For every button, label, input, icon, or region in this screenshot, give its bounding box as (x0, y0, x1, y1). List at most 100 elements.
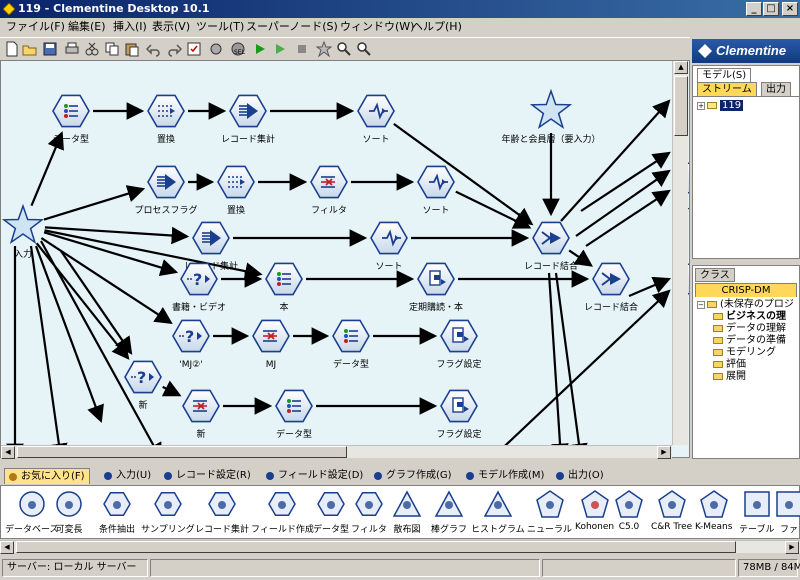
run-selection-icon[interactable] (252, 41, 268, 57)
menu-help[interactable]: ヘルプ(H) (412, 20, 462, 34)
palette-item-2[interactable]: 条件抽出 (99, 490, 135, 538)
connection-offscreen-12[interactable] (60, 250, 133, 355)
zoom-out-icon[interactable] (356, 41, 372, 57)
connection-offscreen-7[interactable] (491, 289, 671, 458)
palette-item-1[interactable]: 可変長 (55, 490, 83, 538)
menu-view[interactable]: 表示(V) (152, 20, 190, 34)
stream-node-n17[interactable]: 定期購読・本 (409, 262, 463, 313)
stream-node-n18[interactable]: ? 'MJ②' (172, 319, 210, 370)
connection-offscreen-8[interactable] (29, 245, 68, 458)
vertical-scroll-thumb[interactable] (674, 76, 688, 136)
stream-node-n5[interactable]: 年齢と会員層（要入力） (501, 88, 601, 145)
undo-icon[interactable] (146, 41, 162, 57)
stream-node-n20[interactable]: データ型 (332, 319, 370, 370)
minimize-button[interactable]: _ (746, 2, 762, 16)
tab-graphs[interactable]: グラフ作成(G) (370, 468, 452, 484)
connection-offscreen-4[interactable] (628, 276, 672, 298)
palette-scroll-thumb[interactable] (16, 541, 736, 553)
menu-insert[interactable]: 挿入(I) (113, 20, 147, 34)
tab-modeling[interactable]: モデル作成(M) (462, 468, 544, 484)
stream-node-n21[interactable]: フラグ設定 (436, 319, 482, 370)
canvas-vertical-scrollbar[interactable]: ▲ (672, 61, 688, 445)
menu-tools[interactable]: ツール(T) (196, 20, 244, 34)
crisp-phase-deployment[interactable]: 展開 (713, 371, 746, 383)
new-icon[interactable] (4, 41, 20, 57)
palette-item-8[interactable]: 散布図 (393, 490, 421, 538)
stream-canvas[interactable]: データ型 置換 レコード集計 ソート 年齢と会員層（要入力） 入力 プロセスフラグ 置換 フィル… (0, 60, 690, 458)
stream-node-n24[interactable]: データ型 (275, 389, 313, 440)
palette-scroll-right[interactable]: ▶ (785, 541, 799, 554)
palette-item-10[interactable]: ヒストグラム (471, 490, 525, 538)
open-icon[interactable] (22, 41, 38, 57)
source-node-star-icon[interactable] (1, 203, 45, 245)
palette-item-17[interactable]: ファ (775, 490, 800, 538)
supernode-icon[interactable] (316, 41, 332, 57)
connection-n10-n11[interactable] (455, 190, 532, 229)
stream-node-n11[interactable]: レコード結合 (524, 221, 578, 272)
tab-outputs[interactable]: 出力 (761, 82, 791, 96)
node-sort-icon[interactable] (417, 165, 455, 199)
redo-icon[interactable] (166, 41, 182, 57)
node-sort-icon[interactable] (370, 221, 408, 255)
stream-node-n8[interactable]: 置換 (217, 165, 255, 216)
save-icon[interactable] (42, 41, 58, 57)
stream-node-n19[interactable]: MJ (252, 319, 290, 370)
crisp-phase-evaluation[interactable]: 評価 (713, 359, 746, 371)
run-all-icon[interactable] (272, 41, 288, 57)
menu-file[interactable]: ファイル(F) (6, 20, 65, 34)
palette-item-12[interactable]: Kohonen (575, 490, 614, 538)
scroll-left-button[interactable]: ◀ (1, 446, 15, 459)
stream-diagram[interactable]: データ型 置換 レコード集計 ソート 年齢と会員層（要入力）入力プロセスフラグ 置換 フィル… (1, 61, 690, 458)
palette-item-15[interactable]: K-Means (695, 490, 732, 538)
crisp-project-root[interactable]: − (未保存のプロジ (697, 299, 794, 311)
palette-item-13[interactable]: C5.0 (615, 490, 643, 538)
crisp-phase-modeling[interactable]: モデリング (713, 347, 776, 359)
stream-node-n10[interactable]: ソート (417, 165, 455, 216)
palette-item-7[interactable]: フィルタ (351, 490, 387, 538)
run-icon[interactable]: SEL (230, 41, 246, 57)
stream-node-n2[interactable]: 置換 (147, 94, 185, 145)
maximize-button[interactable]: □ (763, 2, 779, 16)
stream-node-n13[interactable]: ソート (370, 221, 408, 272)
crisp-phase-data-preparation[interactable]: データの準備 (713, 335, 786, 347)
stream-node-n4[interactable]: ソート (357, 94, 395, 145)
menu-edit[interactable]: 編集(E) (68, 20, 106, 34)
stream-node-n25[interactable]: フラグ設定 (436, 389, 482, 440)
tab-output[interactable]: 出力(O) (552, 468, 604, 484)
stream-node-n6[interactable]: 入力 (1, 203, 45, 260)
stream-node-n3[interactable]: レコード集計 (221, 94, 275, 145)
node-sort-icon[interactable] (357, 94, 395, 128)
palette-item-4[interactable]: レコード集計 (195, 490, 249, 538)
tab-favorites[interactable]: お気に入り(F) (4, 468, 90, 484)
print-icon[interactable] (64, 41, 80, 57)
stream-node-n23[interactable]: 新 (182, 389, 220, 440)
tab-record-ops[interactable]: レコード設定(R) (160, 468, 251, 484)
paste-icon[interactable] (124, 41, 140, 57)
palette-item-6[interactable]: データ型 (313, 490, 349, 538)
tab-field-ops[interactable]: フィールド設定(D) (262, 468, 363, 484)
copy-icon[interactable] (104, 41, 120, 57)
scroll-up-button[interactable]: ▲ (674, 61, 688, 74)
connection-offscreen-2[interactable] (575, 169, 671, 237)
cut-icon[interactable] (84, 41, 100, 57)
horizontal-scroll-thumb[interactable] (17, 446, 347, 458)
palette-item-9[interactable]: 棒グラフ (431, 490, 467, 538)
close-button[interactable]: × (782, 2, 798, 16)
stream-tree-item[interactable]: +119 (697, 100, 744, 112)
stop-icon[interactable] (294, 41, 310, 57)
palette-item-16[interactable]: テーブル (739, 490, 774, 538)
stream-node-n14[interactable]: レコード結合 (584, 262, 638, 313)
palette-scrollbar[interactable]: ◀ ▶ (0, 540, 800, 554)
tab-models[interactable]: モデル(S) (697, 68, 752, 82)
edit-icon[interactable] (186, 41, 202, 57)
tab-streams[interactable]: ストリーム (697, 82, 757, 96)
palette-item-0[interactable]: データベース (5, 490, 59, 538)
connection-n22-n23[interactable] (161, 380, 182, 397)
server-status[interactable]: サーバー: ローカル サーバー (2, 559, 148, 577)
scroll-right-button[interactable]: ▶ (657, 446, 671, 459)
source-node-star-icon[interactable] (529, 88, 573, 130)
stream-node-n16[interactable]: 本 (265, 262, 303, 313)
connection-n6-n7[interactable] (43, 185, 146, 221)
stream-node-n9[interactable]: フィルタ (310, 165, 348, 216)
stream-name[interactable]: 119 (720, 100, 744, 111)
